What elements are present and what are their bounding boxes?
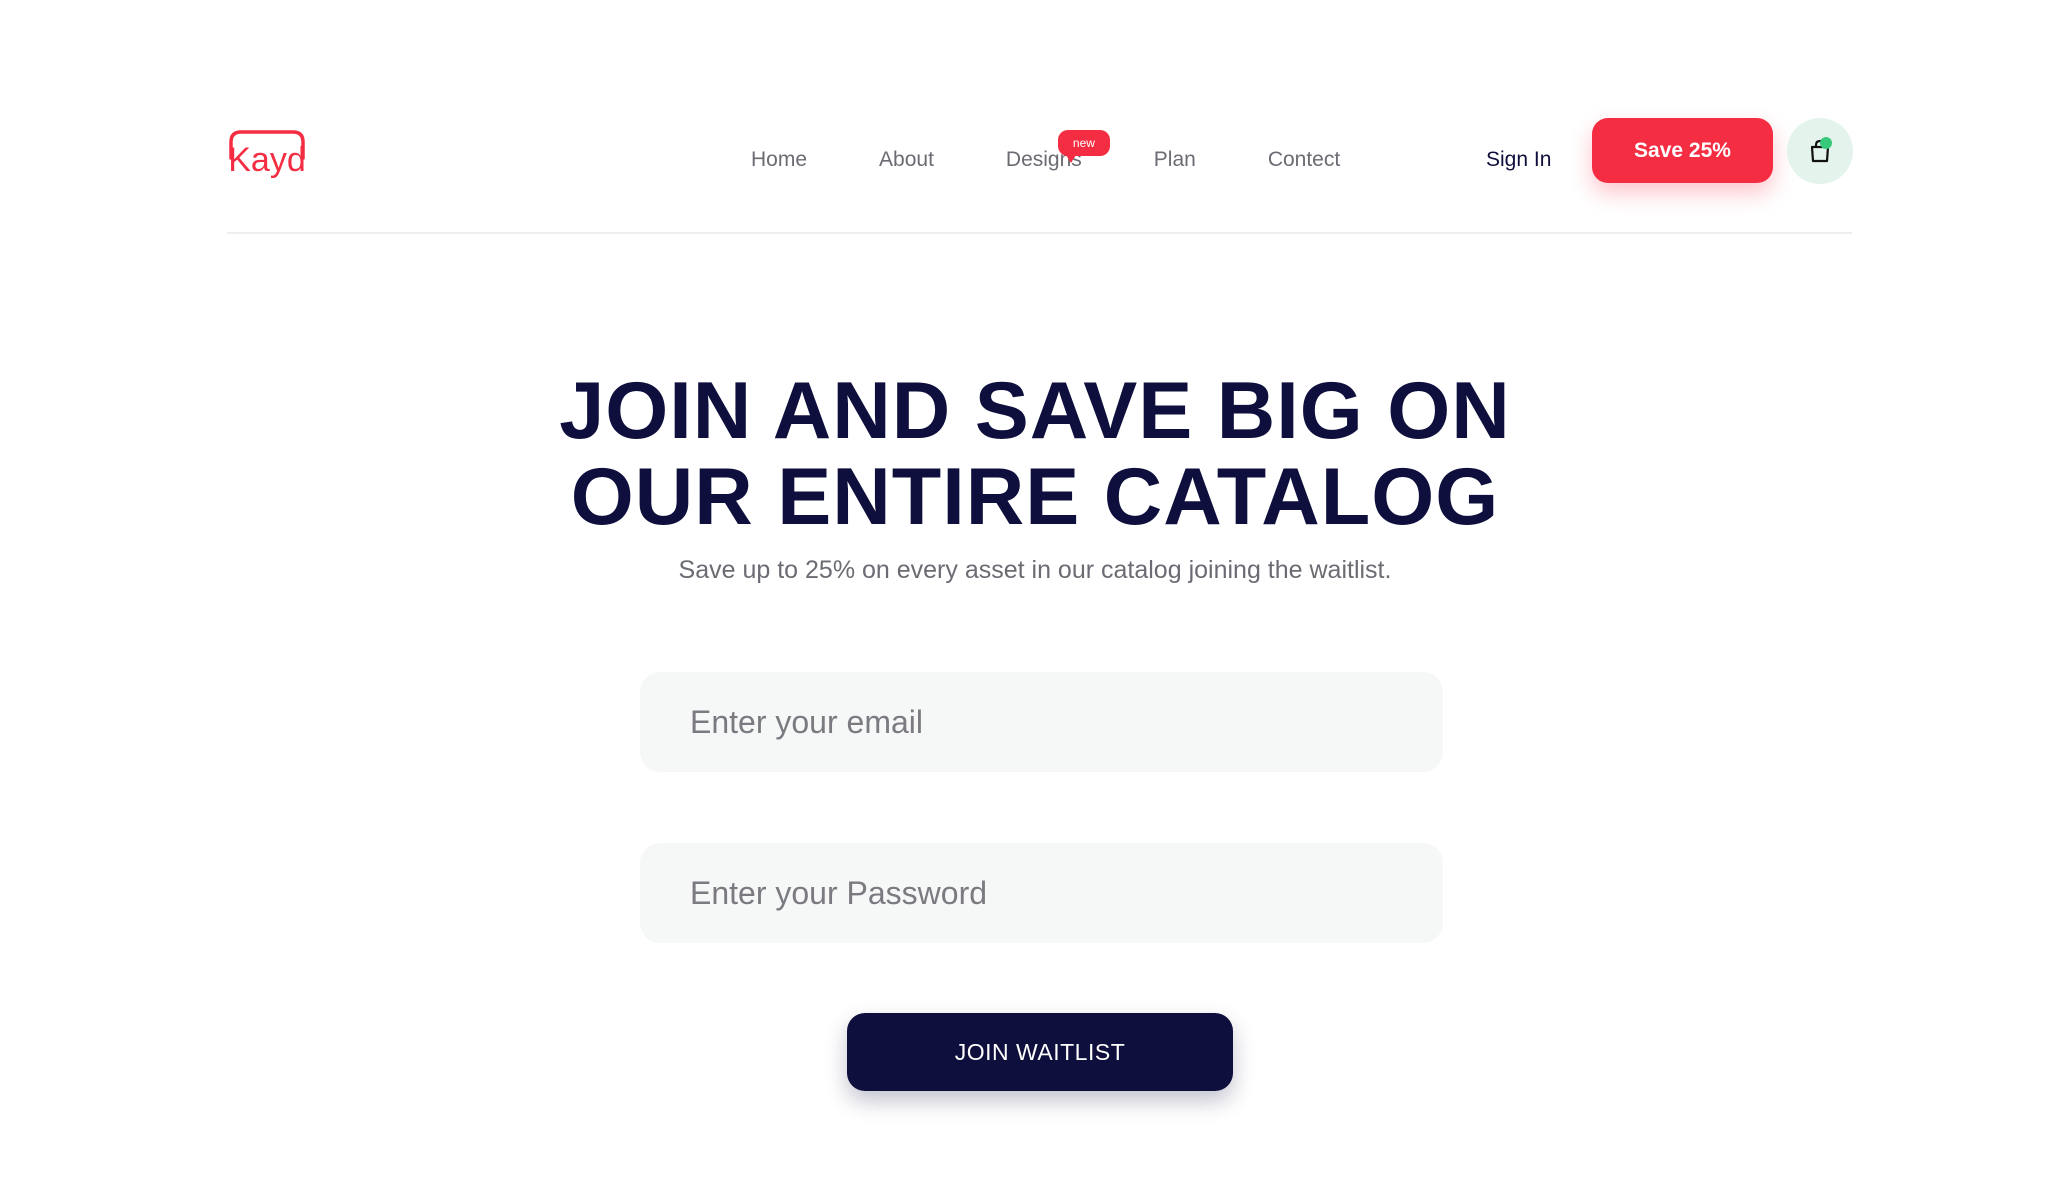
hero-title-line-1: JOIN AND SAVE BIG ON bbox=[559, 366, 1511, 456]
nav-label-contact: Contect bbox=[1267, 148, 1341, 171]
hero-title: JOIN AND SAVE BIG ON OUR ENTIRE CATALOG bbox=[535, 368, 1535, 540]
nav-item-designs[interactable]: Designs new bbox=[1006, 130, 1110, 183]
header-divider bbox=[227, 232, 1852, 234]
cart-button[interactable] bbox=[1787, 118, 1853, 184]
nav-item-home[interactable]: Home bbox=[751, 137, 807, 183]
nav-label-plan: Plan bbox=[1153, 148, 1196, 171]
save-button-label: Save 25% bbox=[1634, 138, 1731, 162]
email-field[interactable] bbox=[640, 672, 1443, 772]
join-waitlist-label: JOIN WAITLIST bbox=[954, 1038, 1126, 1065]
hero-title-line-2: OUR ENTIRE CATALOG bbox=[570, 452, 1500, 542]
svg-text:Kayd: Kayd bbox=[228, 141, 306, 178]
nav-label-about: About bbox=[879, 148, 934, 171]
nav-item-plan[interactable]: Plan bbox=[1154, 137, 1196, 183]
join-waitlist-button[interactable]: JOIN WAITLIST bbox=[847, 1013, 1233, 1091]
new-badge: new bbox=[1057, 130, 1110, 163]
nav-label-home: Home bbox=[751, 148, 808, 171]
password-field[interactable] bbox=[640, 843, 1443, 943]
nav-item-about[interactable]: About bbox=[879, 137, 934, 183]
sign-in-link[interactable]: Sign In bbox=[1486, 137, 1551, 183]
main-nav: Home About Designs new Plan Contect bbox=[751, 130, 1340, 183]
hero-subtitle: Save up to 25% on every asset in our cat… bbox=[678, 556, 1392, 584]
kayd-logo[interactable]: Kayd bbox=[227, 128, 307, 178]
nav-item-contact[interactable]: Contect bbox=[1268, 137, 1340, 183]
cart-status-dot bbox=[1820, 137, 1832, 149]
save-25-button[interactable]: Save 25% bbox=[1592, 118, 1773, 183]
logo-mark-icon: Kayd bbox=[228, 130, 306, 178]
site-header: Kayd Home About Designs new Plan Contect… bbox=[227, 110, 1853, 230]
